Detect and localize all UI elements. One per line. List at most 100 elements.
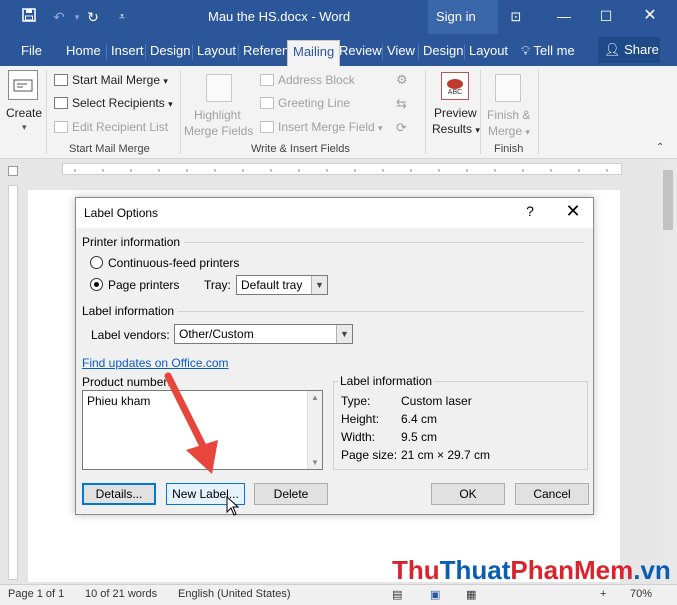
zoom-level[interactable]: 70% (630, 588, 652, 600)
address-block-icon (260, 74, 274, 86)
match-fields-icon[interactable]: ⇆ (396, 96, 407, 112)
title-bar: ↶ ▾ ↻ ⩡ Mau the HS.docx - Word Sign in ⊡… (0, 0, 677, 34)
section-divider (184, 242, 584, 243)
details-button[interactable]: Details... (82, 483, 156, 505)
finish-merge-icon[interactable] (495, 74, 521, 102)
insert-merge-field-label: Insert Merge Field (278, 120, 375, 134)
find-updates-link[interactable]: Find updates on Office.com (82, 356, 229, 370)
tell-me-search[interactable]: 💡︎ Tell me (516, 40, 580, 66)
chevron-down-icon[interactable]: ▼ (311, 276, 327, 294)
horizontal-ruler[interactable] (62, 163, 622, 175)
start-mail-merge-label: Start Mail Merge (72, 73, 161, 87)
help-icon[interactable]: ? (520, 203, 540, 219)
watermark-part4: .vn (633, 555, 671, 585)
tab-insert[interactable]: Insert (106, 40, 149, 66)
maximize-icon[interactable]: ☐ (586, 0, 626, 34)
web-layout-icon[interactable]: ▦ (466, 588, 476, 601)
finish-merge-button[interactable]: Merge ▾ (488, 124, 530, 138)
tab-view[interactable]: View (382, 40, 420, 66)
close-icon[interactable]: ✕ (559, 201, 587, 222)
person-icon: 👤︎ (604, 42, 621, 57)
label-vendors-value: Other/Custom (179, 327, 254, 341)
greeting-line-icon (260, 97, 274, 109)
tray-select[interactable]: Default tray ▼ (236, 275, 328, 295)
edit-recipient-list-button[interactable]: Edit Recipient List (54, 120, 168, 134)
tab-review[interactable]: Review (334, 40, 387, 66)
tab-table-design[interactable]: Design (418, 40, 468, 66)
read-mode-icon[interactable]: ▤ (392, 588, 402, 601)
tab-design[interactable]: Design (145, 40, 195, 66)
ok-button[interactable]: OK (431, 483, 505, 505)
cancel-button[interactable]: Cancel (515, 483, 589, 505)
highlight-merge-fields-icon[interactable] (206, 74, 232, 102)
label-options-dialog: Label Options ? ✕ Printer information Co… (75, 197, 594, 515)
close-window-icon[interactable]: ✕ (630, 0, 670, 34)
list-scrollbar[interactable]: ▲ ▼ (307, 391, 322, 469)
tab-home[interactable]: Home (61, 40, 106, 66)
tab-file[interactable]: File (16, 40, 47, 66)
select-recipients-label: Select Recipients (72, 96, 165, 110)
continuous-feed-label[interactable]: Continuous-feed printers (108, 256, 239, 270)
greeting-line-label: Greeting Line (278, 96, 351, 110)
abc-badge: ABC (447, 89, 463, 96)
continuous-feed-radio[interactable] (90, 256, 103, 269)
highlight-line2: Merge Fields (184, 124, 254, 138)
repeat-icon[interactable]: ↻ (84, 8, 102, 26)
insert-merge-field-button[interactable]: Insert Merge Field ▾ (260, 120, 383, 134)
delete-button[interactable]: Delete (254, 483, 328, 505)
preview-results-button[interactable]: Results ▾ (432, 122, 480, 136)
page-count[interactable]: Page 1 of 1 (8, 588, 64, 600)
tab-references[interactable]: Referen (238, 40, 294, 66)
preview-results-icon[interactable]: ABC (441, 72, 469, 100)
tab-selector[interactable] (8, 166, 18, 176)
label-vendors-select[interactable]: Other/Custom ▼ (174, 324, 353, 344)
share-button[interactable]: 👤︎ Share (598, 37, 660, 63)
chevron-down-icon[interactable]: ▼ (336, 325, 352, 343)
customize-toolbar-icon[interactable]: ⩡ (113, 8, 131, 26)
print-layout-icon[interactable]: ▣ (430, 588, 440, 601)
address-block-button[interactable]: Address Block (260, 73, 355, 87)
rules-icon[interactable]: ⚙︎ (396, 72, 408, 88)
zoom-in-icon[interactable]: + (600, 588, 606, 600)
create-dropdown-icon[interactable]: ▾ (22, 122, 27, 133)
info-key-height: Height: (341, 412, 380, 426)
scroll-down-icon[interactable]: ▼ (311, 458, 319, 467)
tab-mailings[interactable]: Mailing (287, 40, 341, 66)
sign-in-button[interactable]: Sign in (428, 0, 498, 34)
vertical-scrollbar[interactable] (660, 160, 677, 584)
info-key-type: Type: (341, 394, 371, 408)
info-value-height: 6.4 cm (401, 412, 438, 426)
envelope-icon[interactable] (8, 70, 38, 100)
insert-field-icon (260, 121, 274, 133)
scroll-up-icon[interactable]: ▲ (311, 393, 319, 402)
page-printers-label[interactable]: Page printers (108, 278, 179, 292)
ribbon-display-options-icon[interactable]: ⊡ (507, 8, 525, 26)
window-title: Mau the HS.docx - Word (208, 9, 351, 24)
group-label-start-mail-merge: Start Mail Merge (69, 143, 150, 155)
update-labels-icon[interactable]: ⟳ (396, 120, 407, 136)
list-item[interactable]: Phieu kham (87, 394, 150, 408)
annotation-arrow (164, 372, 218, 474)
tab-layout[interactable]: Layout (192, 40, 241, 66)
save-icon[interactable] (20, 8, 38, 26)
start-mail-merge-button[interactable]: Start Mail Merge ▾ (54, 73, 168, 87)
create-button[interactable]: Create (6, 106, 42, 120)
recipients-icon (54, 97, 68, 109)
preview-line1: Preview (434, 106, 477, 120)
ribbon-tabs: File Home Insert Design Layout Referen M… (0, 34, 677, 66)
vertical-ruler[interactable] (8, 185, 18, 580)
language-status[interactable]: English (United States) (178, 588, 291, 600)
undo-icon[interactable]: ↶ (50, 8, 68, 26)
collapse-ribbon-icon[interactable]: ⌃ (656, 142, 664, 153)
watermark-part3: PhanMem (510, 555, 634, 585)
printer-info-heading: Printer information (82, 235, 181, 249)
greeting-line-button[interactable]: Greeting Line (260, 96, 350, 110)
word-count[interactable]: 10 of 21 words (85, 588, 157, 600)
finish-line1: Finish & (487, 108, 531, 122)
tab-table-layout[interactable]: Layout (464, 40, 513, 66)
page-printers-radio[interactable] (90, 278, 103, 291)
scrollbar-thumb[interactable] (663, 170, 673, 230)
minimize-icon[interactable]: — (544, 0, 584, 34)
info-value-page-size: 21 cm × 29.7 cm (401, 448, 491, 462)
select-recipients-button[interactable]: Select Recipients ▾ (54, 96, 173, 110)
